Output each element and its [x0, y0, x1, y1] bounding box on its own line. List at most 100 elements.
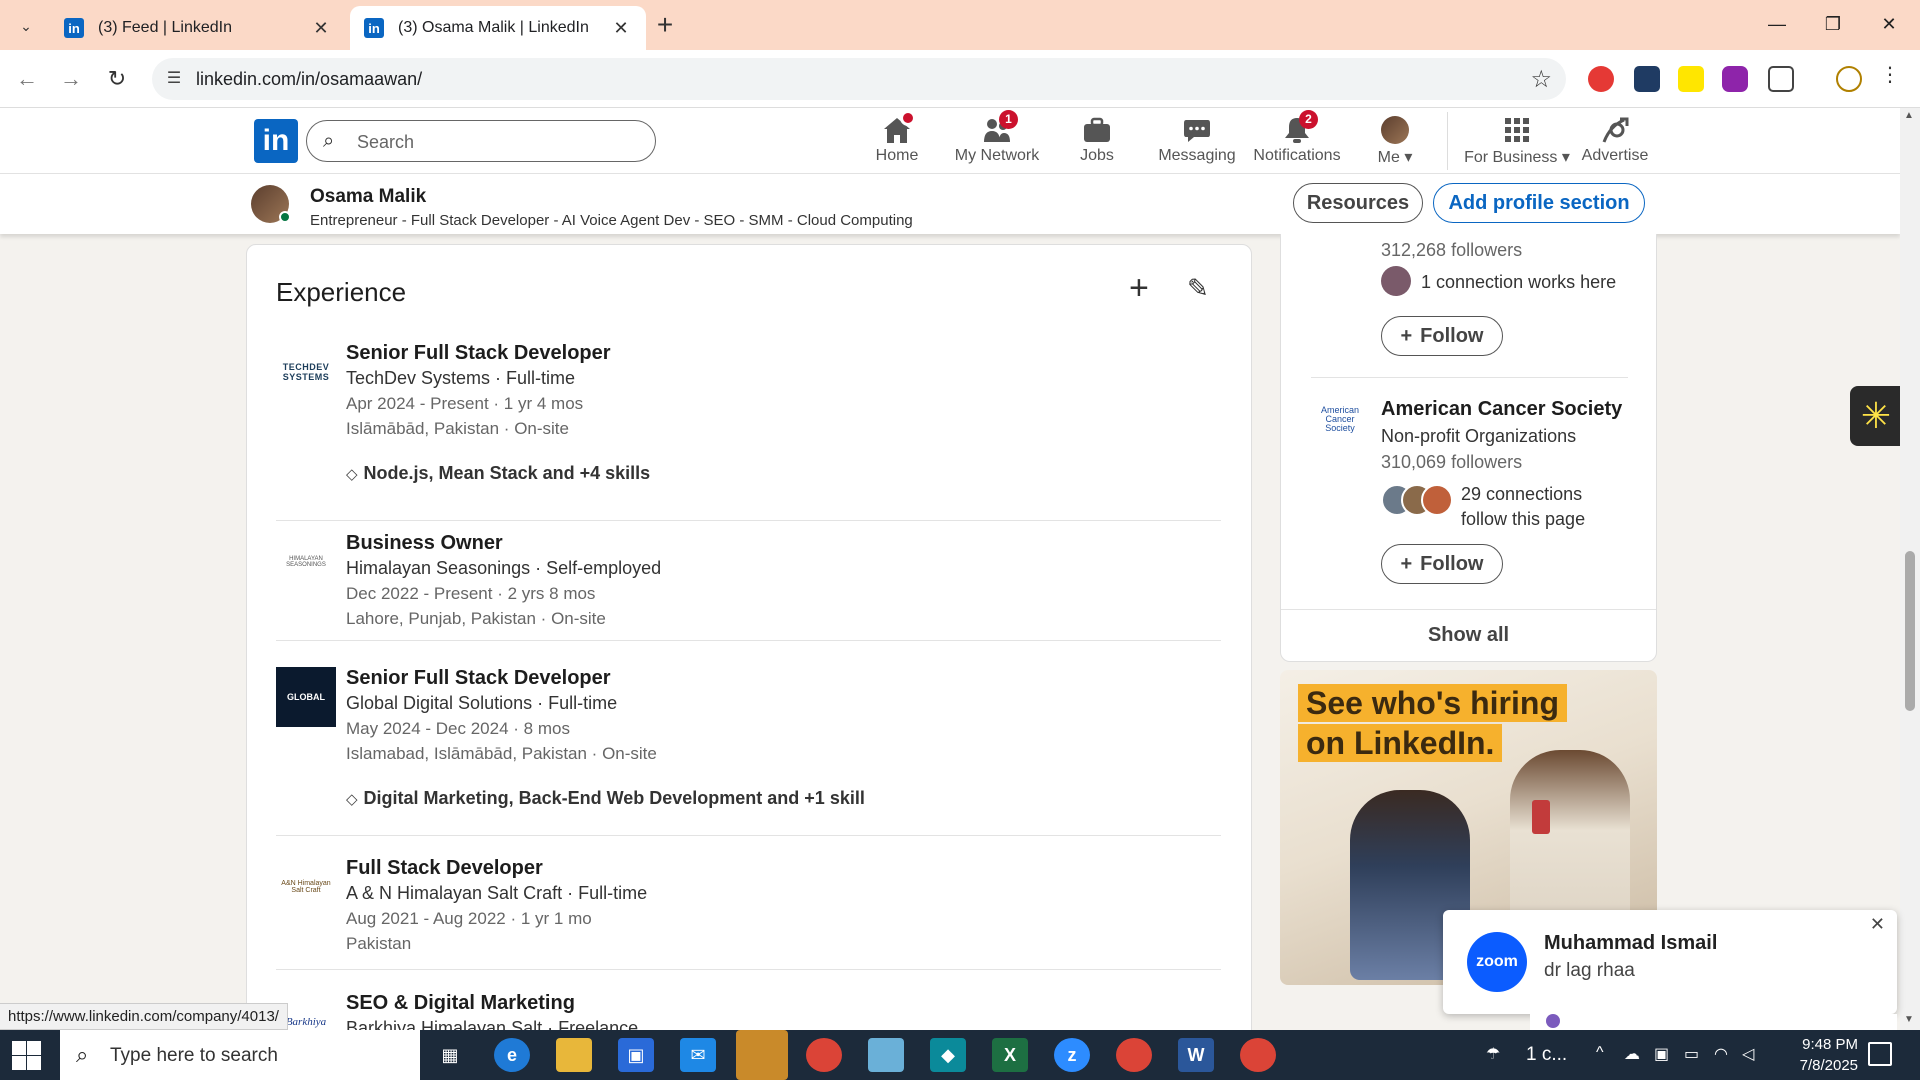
windows-start-icon[interactable] [10, 1039, 42, 1071]
restore-icon[interactable]: ❐ [1810, 8, 1856, 40]
task-view-icon[interactable]: ▦ [432, 1038, 468, 1072]
company-logo[interactable]: HIMALAYAN SEASONINGS [276, 532, 336, 592]
follow-button[interactable]: + Follow [1381, 544, 1503, 584]
experience-item[interactable]: GLOBAL Senior Full Stack Developer Globa… [276, 665, 1221, 846]
skills-text: Node.js, Mean Stack and +4 skills [363, 463, 651, 483]
job-skills[interactable]: ◇ Node.js, Mean Stack and +4 skills [346, 461, 650, 487]
job-title[interactable]: Business Owner [346, 530, 661, 556]
search-box[interactable]: ⌕ [306, 120, 656, 162]
onedrive-icon[interactable]: ☁ [1624, 1044, 1640, 1064]
app-icon[interactable]: ◆ [930, 1038, 966, 1072]
extensions-puzzle-icon[interactable] [1768, 66, 1794, 92]
job-skills[interactable]: ◇ Digital Marketing, Back-End Web Develop… [346, 786, 865, 812]
side-extension-icon[interactable]: ✳ [1850, 386, 1902, 446]
browser-tab-strip: ⌄ in (3) Feed | LinkedIn ✕ in (3) Osama … [0, 0, 1920, 50]
word-icon[interactable]: W [1178, 1038, 1214, 1072]
taskbar-clock[interactable]: 9:48 PM 7/8/2025 [1760, 1034, 1858, 1076]
nav-for-business[interactable]: For Business ▾ [1462, 116, 1572, 168]
weather-icon[interactable]: ☂ [1486, 1044, 1500, 1064]
chrome-icon[interactable] [1240, 1038, 1276, 1072]
page-scrollbar[interactable]: ▲ ▼ [1900, 108, 1920, 1030]
tab-close-icon[interactable]: ✕ [610, 18, 632, 39]
follow-button[interactable]: + Follow [1381, 316, 1503, 356]
extension-icon-red[interactable] [1588, 66, 1614, 92]
linkedin-logo[interactable]: in [254, 119, 298, 163]
site-settings-icon[interactable]: ☰ [162, 67, 186, 91]
nav-home[interactable]: Home [847, 110, 947, 168]
bookmark-star-icon[interactable]: ☆ [1530, 65, 1552, 94]
page-connection-text: 29 connections follow this page [1461, 484, 1586, 529]
add-profile-section-button[interactable]: Add profile section [1433, 183, 1645, 223]
scrollbar-thumb[interactable] [1905, 551, 1915, 711]
search-input[interactable] [357, 129, 637, 155]
reload-icon[interactable]: ↻ [102, 64, 132, 94]
extension-icon-yellow[interactable] [1678, 66, 1704, 92]
job-title[interactable]: Full Stack Developer [346, 855, 647, 881]
scroll-up-icon[interactable]: ▲ [1904, 110, 1914, 121]
nav-label: My Network [954, 147, 1040, 164]
extension-icon-purple[interactable] [1722, 66, 1748, 92]
experience-item[interactable]: TECHDEV SYSTEMS Senior Full Stack Develo… [276, 340, 1221, 521]
browser-tab-feed[interactable]: in (3) Feed | LinkedIn ✕ [50, 6, 346, 50]
notification-center-icon[interactable] [1868, 1042, 1892, 1066]
tab-close-icon[interactable]: ✕ [310, 18, 332, 39]
address-url[interactable]: linkedin.com/in/osamaawan/ [196, 69, 422, 90]
nav-jobs[interactable]: Jobs [1047, 116, 1147, 168]
nav-notifications[interactable]: 2 Notifications [1247, 110, 1347, 168]
forward-icon[interactable]: → [56, 64, 86, 94]
wifi-icon[interactable]: ◠ [1714, 1044, 1728, 1064]
volume-icon[interactable]: ◁ [1742, 1044, 1754, 1064]
profile-icon[interactable] [1836, 66, 1862, 92]
tray-app-icon[interactable]: ▣ [1654, 1044, 1669, 1064]
browser-menu-icon[interactable]: ⋮ [1880, 62, 1900, 88]
browser-tab-profile[interactable]: in (3) Osama Malik | LinkedIn ✕ [350, 6, 646, 50]
add-experience-icon[interactable]: + [1129, 271, 1149, 305]
file-explorer-icon[interactable] [556, 1038, 592, 1072]
mail-icon[interactable]: ✉ [680, 1038, 716, 1072]
american-cancer-society-logo[interactable]: American Cancer Society [1315, 406, 1365, 448]
close-icon[interactable]: ✕ [1870, 914, 1885, 935]
resources-button[interactable]: Resources [1293, 183, 1423, 223]
store-icon[interactable]: ▣ [618, 1038, 654, 1072]
company-logo[interactable]: A&N Himalayan Salt Craft [276, 857, 336, 917]
excel-icon[interactable]: X [992, 1038, 1028, 1072]
nav-me[interactable]: Me ▾ [1347, 116, 1443, 168]
job-title[interactable]: SEO & Digital Marketing [346, 990, 638, 1016]
new-tab-icon[interactable]: + [650, 10, 680, 40]
back-icon[interactable]: ← [12, 64, 42, 94]
address-bar[interactable]: ☰ linkedin.com/in/osamaawan/ ☆ [152, 58, 1566, 100]
edit-pencil-icon[interactable]: ✎ [1187, 273, 1217, 303]
home-icon [882, 110, 916, 144]
app-icon[interactable] [868, 1038, 904, 1072]
company-logo[interactable]: TECHDEV SYSTEMS [276, 342, 336, 402]
page-name[interactable]: American Cancer Society [1381, 398, 1622, 421]
linkedin-favicon-icon: in [64, 18, 84, 38]
nav-my-network[interactable]: 1 My Network [947, 110, 1047, 168]
window-close-icon[interactable]: ✕ [1866, 8, 1912, 40]
nav-advertise[interactable]: Advertise [1565, 116, 1665, 168]
edge-icon[interactable]: e [494, 1038, 530, 1072]
experience-item[interactable]: HIMALAYAN SEASONINGS Business Owner Hima… [276, 530, 1221, 641]
battery-icon[interactable]: ▭ [1684, 1044, 1699, 1064]
job-title[interactable]: Senior Full Stack Developer [346, 340, 650, 366]
experience-item[interactable]: A&N Himalayan Salt Craft Full Stack Deve… [276, 855, 1221, 970]
extension-icon-card[interactable] [1634, 66, 1660, 92]
zoom-icon[interactable]: z [1054, 1038, 1090, 1072]
company-logo[interactable]: GLOBAL [276, 667, 336, 727]
tab-search-chevron-icon[interactable]: ⌄ [12, 12, 40, 40]
taskbar-search[interactable]: ⌕ Type here to search [60, 1030, 420, 1080]
weather-text[interactable]: 1 c... [1526, 1044, 1567, 1066]
zoom-chat-notification[interactable]: zoom Muhammad Ismail dr lag rhaa ✕ [1443, 910, 1897, 1014]
nav-messaging[interactable]: Messaging [1147, 116, 1247, 168]
scroll-down-icon[interactable]: ▼ [1904, 1014, 1914, 1025]
show-all-button[interactable]: Show all [1281, 624, 1656, 647]
job-title[interactable]: Senior Full Stack Developer [346, 665, 865, 691]
tray-chevron-icon[interactable]: ^ [1596, 1044, 1604, 1062]
chrome-icon[interactable] [1116, 1038, 1152, 1072]
minimize-icon[interactable]: — [1754, 8, 1800, 40]
linkedin-favicon-icon: in [364, 18, 384, 38]
messaging-bar[interactable] [1530, 1014, 1897, 1030]
experience-info: Senior Full Stack Developer TechDev Syst… [346, 340, 650, 487]
chrome-icon[interactable] [806, 1038, 842, 1072]
sticky-notes-icon[interactable] [736, 1030, 788, 1080]
